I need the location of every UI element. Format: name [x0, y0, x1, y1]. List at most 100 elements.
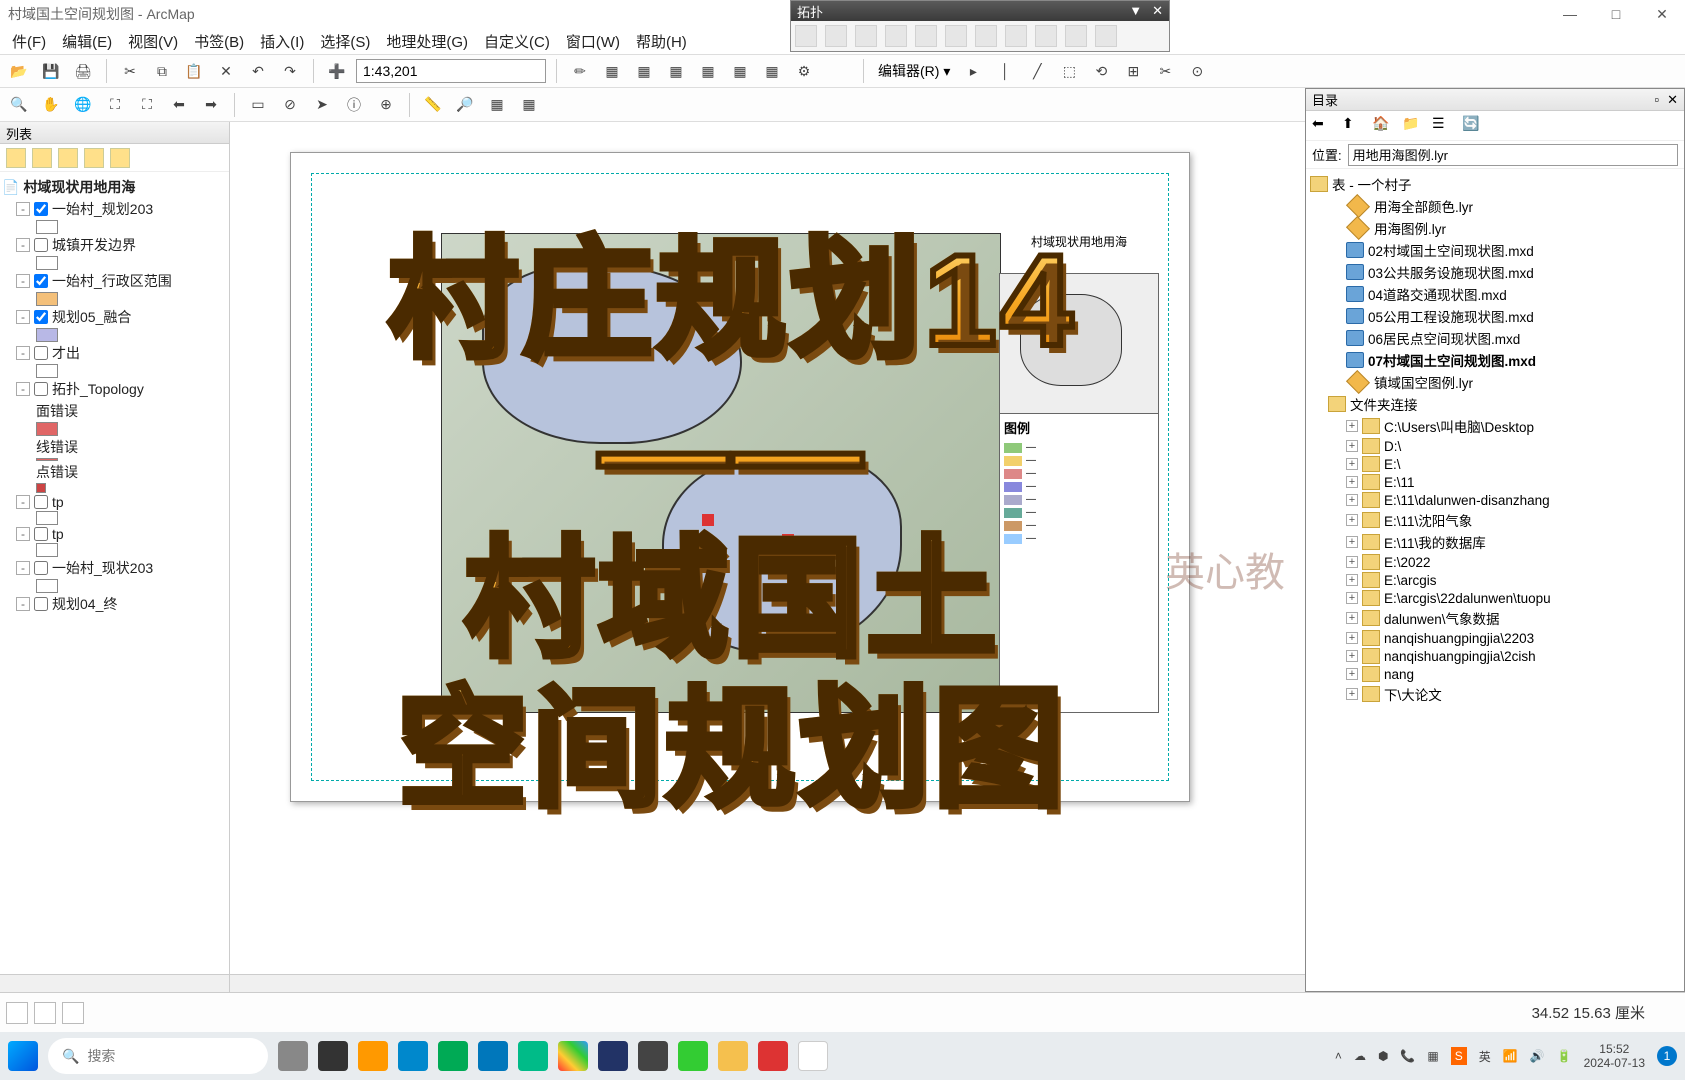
tray-icon[interactable]: 📞	[1400, 1049, 1415, 1063]
catalog-item[interactable]: 用海全部颜色.lyr	[1310, 195, 1680, 217]
full-extent-icon[interactable]: 🌐	[70, 92, 96, 118]
find-icon[interactable]: 🔎	[452, 92, 478, 118]
menu-geoprocessing[interactable]: 地理处理(G)	[380, 29, 474, 54]
up-icon[interactable]: ⬆	[1342, 115, 1364, 137]
catalog-item[interactable]: 04道路交通现状图.mxd	[1310, 283, 1680, 305]
layer-checkbox[interactable]	[34, 238, 48, 252]
folder-item[interactable]: +下\大论文	[1310, 683, 1680, 705]
tool-icon[interactable]: ▦	[695, 58, 721, 84]
toc-layer[interactable]: -规划04_终	[2, 593, 227, 615]
cut-icon[interactable]: ✂	[117, 58, 143, 84]
open-icon[interactable]: 📂	[6, 58, 32, 84]
editor-menu[interactable]: 编辑器(R) ▾	[874, 61, 954, 81]
layer-checkbox[interactable]	[34, 495, 48, 509]
tray-icon[interactable]: ⬢	[1378, 1049, 1388, 1063]
menu-selection[interactable]: 选择(S)	[314, 29, 376, 54]
taskbar-app-icon[interactable]	[318, 1041, 348, 1071]
folder-item[interactable]: +nanqishuangpingjia\2cish	[1310, 647, 1680, 665]
back-icon[interactable]: ⬅	[1312, 115, 1334, 137]
zoom-out-icon[interactable]: 🔍	[6, 92, 32, 118]
folder-item[interactable]: +E:\11	[1310, 473, 1680, 491]
edit-tool-icon[interactable]: ⊙	[1184, 58, 1210, 84]
connect-folder-icon[interactable]: 📁	[1402, 115, 1424, 137]
topo-btn[interactable]	[1095, 25, 1117, 47]
undo-icon[interactable]: ↶	[245, 58, 271, 84]
folder-item[interactable]: +E:\arcgis	[1310, 571, 1680, 589]
catalog-root[interactable]: 表 - 一个村子	[1310, 173, 1680, 195]
toc-options-icon[interactable]	[110, 148, 130, 168]
folder-item[interactable]: +dalunwen\气象数据	[1310, 607, 1680, 629]
topo-btn[interactable]	[1005, 25, 1027, 47]
tool-icon[interactable]: ▦	[631, 58, 657, 84]
start-button[interactable]	[8, 1041, 38, 1071]
battery-icon[interactable]: 🔋	[1557, 1049, 1572, 1063]
taskbar-search[interactable]: 🔍 搜索	[48, 1038, 268, 1074]
edge-icon[interactable]	[398, 1041, 428, 1071]
tool-icon[interactable]: ▦	[759, 58, 785, 84]
next-extent-icon[interactable]: ➡	[198, 92, 224, 118]
topology-dropdown-icon[interactable]: ▼	[1129, 3, 1142, 19]
toc-sublayer[interactable]: 面错误	[2, 400, 227, 422]
clock[interactable]: 15:52 2024-07-13	[1584, 1042, 1645, 1071]
taskbar-app-icon[interactable]	[358, 1041, 388, 1071]
edit-tool-icon[interactable]: ╱	[1024, 58, 1050, 84]
zoom-in-fixed-icon[interactable]: ⛶	[102, 92, 128, 118]
tray-up-icon[interactable]: ˄	[1335, 1049, 1342, 1063]
tool-icon[interactable]: ▦	[484, 92, 510, 118]
folder-item[interactable]: +D:\	[1310, 437, 1680, 455]
location-input[interactable]	[1348, 144, 1678, 166]
save-icon[interactable]: 💾	[38, 58, 64, 84]
catalog-item-active[interactable]: 07村域国土空间规划图.mxd	[1310, 349, 1680, 371]
catalog-tree[interactable]: 表 - 一个村子 用海全部颜色.lyr 用海图例.lyr 02村域国土空间现状图…	[1306, 169, 1684, 991]
menu-window[interactable]: 窗口(W)	[560, 29, 626, 54]
taskbar-app-icon[interactable]	[478, 1041, 508, 1071]
catalog-title[interactable]: 目录 ▫✕	[1306, 89, 1684, 111]
toc-layer[interactable]: -一始村_现状203	[2, 557, 227, 579]
data-view-icon[interactable]	[6, 1002, 28, 1024]
volume-icon[interactable]: 🔊	[1530, 1049, 1545, 1063]
identify-icon[interactable]: ⓘ	[341, 92, 367, 118]
topo-btn[interactable]	[915, 25, 937, 47]
catalog-item[interactable]: 03公共服务设施现状图.mxd	[1310, 261, 1680, 283]
layer-checkbox[interactable]	[34, 597, 48, 611]
tool-icon[interactable]: ▦	[516, 92, 542, 118]
measure-icon[interactable]: 📏	[420, 92, 446, 118]
menu-bookmarks[interactable]: 书签(B)	[188, 29, 250, 54]
notification-icon[interactable]: 1	[1657, 1046, 1677, 1066]
paste-icon[interactable]: 📋	[181, 58, 207, 84]
folder-item[interactable]: +E:\11\沈阳气象	[1310, 509, 1680, 531]
topo-btn[interactable]	[825, 25, 847, 47]
menu-view[interactable]: 视图(V)	[122, 29, 184, 54]
layout-page[interactable]: 村域现状用地用海 图例 — — — — — — — —	[290, 152, 1190, 802]
folder-item[interactable]: +E:\11\我的数据库	[1310, 531, 1680, 553]
edit-arrow-icon[interactable]: ▸	[960, 58, 986, 84]
cloud-icon[interactable]: ☁	[1354, 1049, 1366, 1063]
toc-layer[interactable]: -才出	[2, 342, 227, 364]
topology-title[interactable]: 拓扑 ▼ ✕	[791, 1, 1169, 21]
ime-icon[interactable]: S	[1451, 1047, 1467, 1065]
refresh-icon[interactable]: 🔄	[1462, 115, 1484, 137]
toc-list-by-drawing-icon[interactable]	[6, 148, 26, 168]
prev-extent-icon[interactable]: ⬅	[166, 92, 192, 118]
pointer-icon[interactable]: ➤	[309, 92, 335, 118]
toc-tree[interactable]: 📄 村域现状用地用海 -一始村_规划203 -城镇开发边界 -一始村_行政区范围…	[0, 172, 229, 974]
editor-tool-icon[interactable]: ✏	[567, 58, 593, 84]
topology-close-icon[interactable]: ✕	[1152, 3, 1163, 19]
menu-help[interactable]: 帮助(H)	[630, 29, 693, 54]
tray-icon[interactable]: ▦	[1427, 1049, 1438, 1063]
wps-icon[interactable]	[758, 1041, 788, 1071]
toc-layer[interactable]: -tp	[2, 525, 227, 543]
taskbar-app-icon[interactable]	[598, 1041, 628, 1071]
refresh-view-icon[interactable]	[62, 1002, 84, 1024]
menu-insert[interactable]: 插入(I)	[254, 29, 310, 54]
pan-icon[interactable]: ✋	[38, 92, 64, 118]
edit-tool-icon[interactable]: │	[992, 58, 1018, 84]
wechat-icon[interactable]	[678, 1041, 708, 1071]
folder-connections[interactable]: 文件夹连接	[1310, 393, 1680, 415]
folder-item[interactable]: +C:\Users\叫电脑\Desktop	[1310, 415, 1680, 437]
topo-btn[interactable]	[1035, 25, 1057, 47]
wifi-icon[interactable]: 📶	[1503, 1049, 1518, 1063]
toggle-icon[interactable]: ☰	[1432, 115, 1454, 137]
layer-checkbox[interactable]	[34, 346, 48, 360]
folder-item[interactable]: +nanqishuangpingjia\2203	[1310, 629, 1680, 647]
